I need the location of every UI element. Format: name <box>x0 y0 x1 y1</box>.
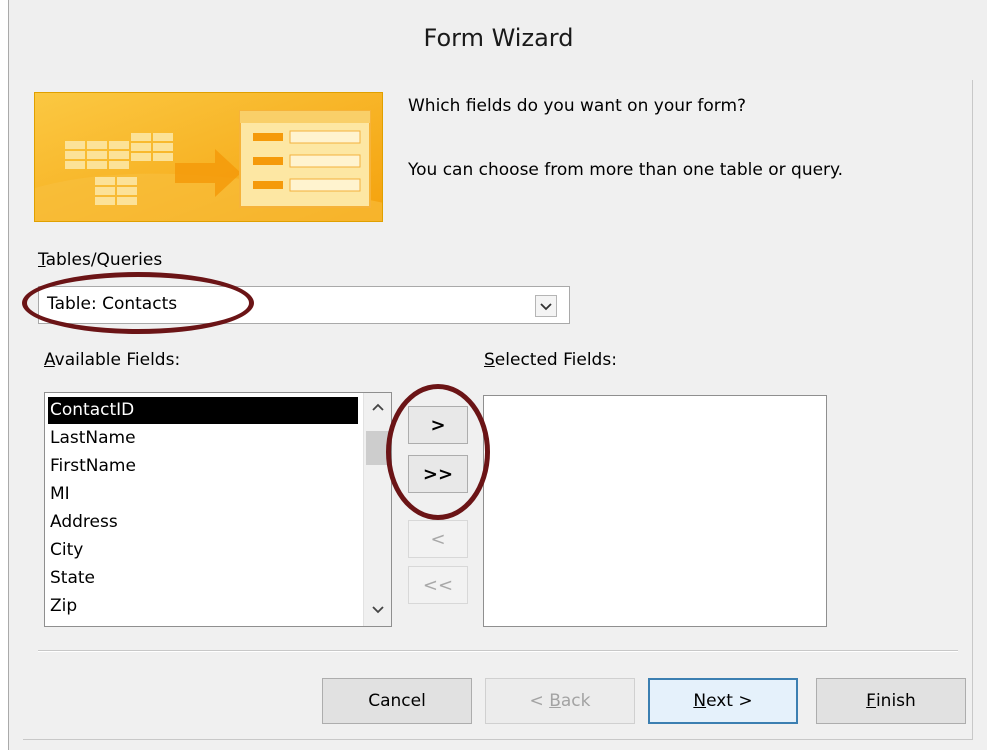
scroll-up-arrow-icon[interactable] <box>370 401 386 413</box>
list-item-firstname[interactable]: FirstName <box>48 453 136 480</box>
list-item-contactid[interactable]: ContactID <box>48 397 358 424</box>
add-field-button[interactable]: > <box>408 406 468 444</box>
tables-queries-combobox[interactable]: Table: Contacts <box>38 286 570 324</box>
prompt-question: Which fields do you want on your form? <box>408 96 747 116</box>
remove-field-button[interactable]: < <box>408 520 468 558</box>
prompt-hint: You can choose from more than one table … <box>408 160 844 180</box>
tables-queries-label: Tables/Queries <box>38 250 163 270</box>
finish-button[interactable]: Finish <box>816 678 966 724</box>
available-fields-scrollbar[interactable] <box>363 393 391 626</box>
scroll-down-arrow-icon[interactable] <box>370 604 386 616</box>
next-button[interactable]: Next > <box>648 678 798 724</box>
add-all-fields-button[interactable]: >> <box>408 455 468 493</box>
tables-queries-value: Table: Contacts <box>47 294 178 314</box>
selected-fields-listbox[interactable] <box>483 395 827 627</box>
list-item-zip[interactable]: Zip <box>48 593 77 620</box>
cancel-button[interactable]: Cancel <box>322 678 472 724</box>
list-item-city[interactable]: City <box>48 537 83 564</box>
title-bar: Form Wizard <box>9 0 987 80</box>
selected-fields-label: Selected Fields: <box>484 350 617 370</box>
list-item-mi[interactable]: MI <box>48 481 70 508</box>
footer-separator <box>38 650 958 652</box>
available-fields-label: Available Fields: <box>44 350 181 370</box>
list-item-address[interactable]: Address <box>48 509 118 536</box>
dropdown-button[interactable] <box>535 295 557 317</box>
scrollbar-thumb[interactable] <box>366 431 390 465</box>
window-title: Form Wizard <box>423 24 574 52</box>
list-item-state[interactable]: State <box>48 565 95 592</box>
available-fields-listbox[interactable]: ContactID LastName FirstName MI Address … <box>44 392 392 627</box>
remove-all-fields-button[interactable]: << <box>408 566 468 604</box>
chevron-down-icon <box>540 303 552 311</box>
list-item-lastname[interactable]: LastName <box>48 425 136 452</box>
wizard-banner-image <box>34 92 383 222</box>
back-button[interactable]: < Back <box>485 678 635 724</box>
